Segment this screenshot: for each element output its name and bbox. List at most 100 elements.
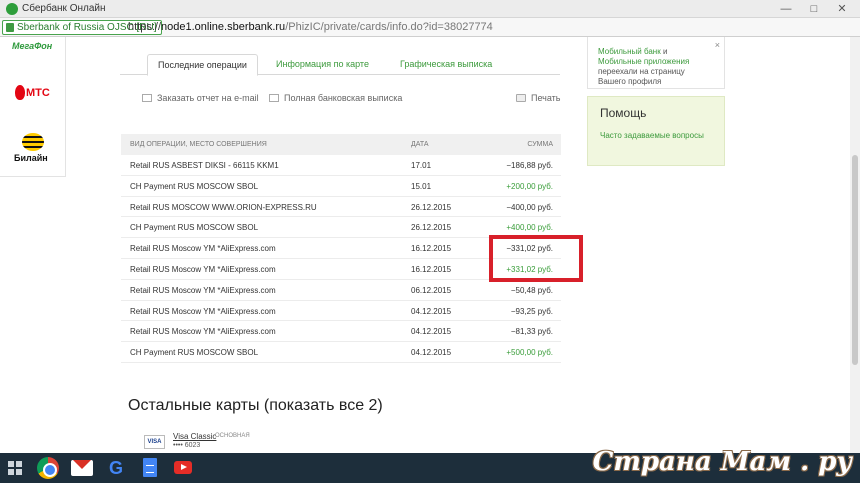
row-operation: Retail RUS Moscow YM *AliExpress.com bbox=[130, 327, 276, 337]
card-name-link[interactable]: Visa Classic bbox=[173, 432, 216, 441]
url-scheme: https:// bbox=[128, 21, 162, 33]
row-date: 04.12.2015 bbox=[411, 348, 452, 358]
table-row[interactable]: Retail RUS MOSCOW WWW.ORION-EXPRESS.RU 2… bbox=[121, 197, 561, 218]
table-row[interactable]: Retail RUS ASBEST DIKSI - 66115 KKM1 17.… bbox=[121, 155, 561, 176]
google-icon[interactable]: G bbox=[105, 457, 127, 479]
table-row[interactable]: Retail RUS Moscow YM *AliExpress.com 04.… bbox=[121, 321, 561, 343]
sberbank-logo-icon bbox=[6, 3, 18, 15]
row-date: 26.12.2015 bbox=[411, 223, 452, 233]
window-controls: — □ ✕ bbox=[772, 0, 856, 18]
mobile-apps-link[interactable]: Мобильные приложения bbox=[598, 57, 689, 66]
mts-ad[interactable]: МТС bbox=[15, 85, 51, 101]
row-operation: Retail RUS MOSCOW WWW.ORION-EXPRESS.RU bbox=[130, 202, 317, 212]
row-date: 16.12.2015 bbox=[411, 244, 452, 254]
row-date: 04.12.2015 bbox=[411, 327, 452, 337]
red-highlight-box bbox=[489, 235, 583, 282]
megafon-ad[interactable]: МегаФон bbox=[12, 41, 52, 51]
gmail-icon[interactable] bbox=[71, 460, 93, 476]
card-tabs: Последние операции Информация по карте Г… bbox=[120, 54, 560, 76]
close-icon[interactable]: × bbox=[715, 40, 720, 50]
table-row[interactable]: Retail RUS Moscow YM *AliExpress.com 04.… bbox=[121, 301, 561, 322]
minimize-button[interactable]: — bbox=[772, 0, 800, 18]
help-title: Помощь bbox=[600, 106, 647, 120]
table-row[interactable]: CH Payment RUS MOSCOW SBOL 15.01 +200,00… bbox=[121, 176, 561, 197]
row-operation: Retail RUS Moscow YM *AliExpress.com bbox=[130, 306, 276, 316]
print-link[interactable]: Печать bbox=[516, 93, 560, 103]
row-date: 06.12.2015 bbox=[411, 285, 452, 295]
row-operation: CH Payment RUS MOSCOW SBOL bbox=[130, 223, 259, 233]
full-statement-label: Полная банковская выписка bbox=[284, 93, 403, 103]
table-row[interactable]: CH Payment RUS MOSCOW SBOL 04.12.2015 +5… bbox=[121, 342, 561, 363]
profile-notice-text: Мобильный банк и Мобильные приложения пе… bbox=[598, 47, 713, 87]
beeline-label: Билайн bbox=[14, 153, 48, 163]
row-amount: +200,00 руб. bbox=[506, 181, 553, 191]
row-operation: Retail RUS Moscow YM *AliExpress.com bbox=[130, 264, 276, 274]
beeline-ad[interactable]: Билайн bbox=[14, 133, 54, 163]
close-button[interactable]: ✕ bbox=[828, 0, 856, 18]
window-title: Сбербанк Онлайн bbox=[22, 3, 106, 14]
chrome-icon[interactable] bbox=[37, 457, 59, 479]
docs-icon[interactable] bbox=[143, 458, 157, 477]
row-operation: CH Payment RUS MOSCOW SBOL bbox=[130, 181, 259, 191]
scrollbar-thumb[interactable] bbox=[852, 155, 858, 365]
email-report-label: Заказать отчет на e-mail bbox=[157, 93, 259, 103]
full-statement-link[interactable]: Полная банковская выписка bbox=[269, 93, 402, 103]
row-amount: −400,00 руб. bbox=[506, 202, 553, 212]
tab-card-info[interactable]: Информация по карте bbox=[266, 54, 379, 76]
url-host: node1.online.sberbank.ru bbox=[161, 21, 286, 33]
row-date: 17.01 bbox=[411, 161, 432, 170]
tab-recent-operations[interactable]: Последние операции bbox=[147, 54, 258, 76]
row-date: 26.12.2015 bbox=[411, 202, 452, 212]
row-amount: −50,48 руб. bbox=[510, 285, 553, 295]
row-operation: CH Payment RUS MOSCOW SBOL bbox=[130, 348, 259, 358]
window-titlebar: Сбербанк Онлайн — □ ✕ bbox=[0, 0, 860, 18]
email-report-link[interactable]: Заказать отчет на e-mail bbox=[142, 93, 259, 103]
document-icon bbox=[269, 94, 279, 102]
row-amount: −186,88 руб. bbox=[506, 161, 553, 170]
url-path: /PhizIC/private/cards/info.do?id=3802777… bbox=[285, 21, 493, 33]
beeline-logo-icon bbox=[22, 133, 44, 151]
row-amount: +500,00 руб. bbox=[506, 348, 553, 358]
card-number: •••• 6023 bbox=[173, 442, 201, 449]
row-date: 16.12.2015 bbox=[411, 264, 452, 274]
header-amount: СУММА bbox=[527, 141, 553, 148]
row-amount: −81,33 руб. bbox=[510, 327, 553, 337]
url-text[interactable]: https://node1.online.sberbank.ru/PhizIC/… bbox=[128, 21, 493, 33]
notice-rest: переехали на страницу Вашего профиля bbox=[598, 67, 685, 86]
page-content: МегаФон МТС Билайн Последние операции Ин… bbox=[0, 37, 850, 453]
windows-start-icon[interactable] bbox=[8, 461, 22, 475]
row-operation: Retail RUS Moscow YM *AliExpress.com bbox=[130, 285, 276, 295]
page-scrollbar[interactable] bbox=[850, 37, 860, 453]
statement-actions: Заказать отчет на e-mail Полная банковск… bbox=[120, 93, 562, 109]
card-type-label: ОСНОВНАЯ bbox=[215, 433, 250, 439]
help-panel: Помощь Часто задаваемые вопросы bbox=[587, 96, 725, 166]
faq-link[interactable]: Часто задаваемые вопросы bbox=[600, 131, 710, 141]
row-amount: −93,25 руб. bbox=[510, 306, 553, 316]
mts-egg-icon bbox=[15, 85, 25, 100]
visa-icon: VISA bbox=[144, 435, 165, 449]
operator-ads: МегаФон МТС Билайн bbox=[0, 37, 66, 177]
envelope-icon bbox=[142, 94, 152, 102]
address-bar[interactable]: Sberbank of Russia OJSC [RU] https://nod… bbox=[0, 18, 860, 37]
maximize-button[interactable]: □ bbox=[800, 0, 828, 18]
table-row[interactable]: Retail RUS Moscow YM *AliExpress.com 06.… bbox=[121, 280, 561, 301]
table-header: ВИД ОПЕРАЦИИ, МЕСТО СОВЕРШЕНИЯ ДАТА СУММ… bbox=[121, 134, 561, 155]
youtube-icon[interactable] bbox=[174, 461, 192, 474]
row-operation: Retail RUS ASBEST DIKSI - 66115 KKM1 bbox=[130, 161, 279, 170]
lock-icon bbox=[6, 23, 14, 32]
row-date: 04.12.2015 bbox=[411, 306, 452, 316]
row-operation: Retail RUS Moscow YM *AliExpress.com bbox=[130, 244, 276, 254]
watermark: Страна Мам . ру bbox=[592, 447, 852, 477]
row-amount: +400,00 руб. bbox=[506, 223, 553, 233]
print-label: Печать bbox=[531, 93, 561, 103]
mts-label: МТС bbox=[26, 87, 50, 99]
notice-and: и bbox=[660, 47, 668, 56]
other-cards-title[interactable]: Остальные карты (показать все 2) bbox=[128, 397, 383, 415]
header-operation: ВИД ОПЕРАЦИИ, МЕСТО СОВЕРШЕНИЯ bbox=[130, 141, 267, 148]
header-date: ДАТА bbox=[411, 141, 429, 148]
mobile-bank-link[interactable]: Мобильный банк bbox=[598, 47, 661, 56]
profile-notice: Мобильный банк и Мобильные приложения пе… bbox=[587, 37, 725, 89]
tab-graphic-statement[interactable]: Графическая выписка bbox=[390, 54, 502, 76]
row-date: 15.01 bbox=[411, 181, 432, 191]
printer-icon bbox=[516, 94, 526, 102]
